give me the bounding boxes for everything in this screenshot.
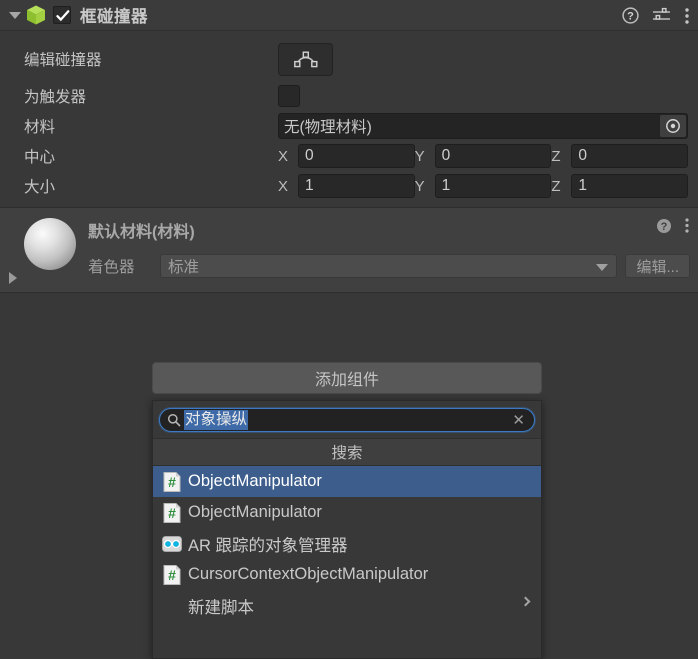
material-foldout-collapsed-icon[interactable] [9,272,17,284]
chevron-down-icon [596,264,609,271]
axis-label-y: Y [414,177,425,195]
size-y-input[interactable]: 1 [434,174,552,198]
axis-label-x: X [278,177,289,195]
list-item-label: ObjectManipulator [188,503,322,521]
size-vector3: X 1 Y 1 Z 1 [278,174,698,198]
clear-x-icon[interactable]: ✕ [512,412,525,430]
csharp-script-icon: # [163,564,181,585]
box-collider-cube-icon [27,5,45,25]
shader-label: 着色器 [88,259,135,276]
center-label: 中心 [24,149,56,166]
box-collider-header[interactable]: 框碰撞器 ? [0,0,698,31]
shader-row: 着色器 标准 编辑... [88,254,690,278]
svg-text:#: # [168,567,176,583]
material-object-field[interactable]: 无(物理材料) [278,113,688,139]
axis-label-z: Z [551,177,561,195]
preset-settings-icon[interactable] [652,7,671,24]
axis-label-y: Y [414,147,425,165]
edit-collider-polyline-icon [293,51,317,68]
material-subinspector: 默认材料(材料) ? 着色器 标准 编辑... [0,207,698,293]
shader-dropdown[interactable]: 标准 [160,254,618,278]
add-component-button[interactable]: 添加组件 [152,362,542,394]
results-list: # ObjectManipulator # ObjectManipulator [153,466,541,621]
search-wrapper: 对象操纵 ✕ [153,401,541,438]
row-edit-collider: 编辑碰撞器 [0,37,698,81]
is-trigger-label: 为触发器 [24,89,87,106]
component-search-input[interactable]: 对象操纵 ✕ [159,408,535,432]
row-center: 中心 X 0 Y 0 Z 0 [0,141,698,171]
help-question-icon[interactable]: ? [622,7,639,24]
list-item[interactable]: AR 跟踪的对象管理器 [153,528,541,559]
size-z-cell: Z 1 [551,174,689,198]
material-value: 无(物理材料) [284,119,372,136]
list-item-label: ObjectManipulator [188,472,322,490]
svg-text:?: ? [627,11,634,23]
svg-text:#: # [168,505,176,521]
add-component-area: 添加组件 [152,362,542,394]
list-item[interactable]: # ObjectManipulator [153,466,541,497]
edit-collider-label: 编辑碰撞器 [24,52,102,69]
search-magnifier-icon [167,413,181,427]
header-actions: ? [622,0,690,31]
center-y-input[interactable]: 0 [434,144,552,168]
row-material: 材料 无(物理材料) [0,111,698,141]
center-z-cell: Z 0 [551,144,689,168]
help-question-icon[interactable]: ? [656,218,672,234]
checkmark-icon [56,10,70,22]
axis-label-x: X [278,147,289,165]
center-vector3: X 0 Y 0 Z 0 [278,144,698,168]
material-asset-title: 默认材料(材料) [88,224,195,241]
more-vertical-menu-icon[interactable] [684,7,690,25]
foldout-expanded-icon[interactable] [9,11,21,19]
list-item-label: AR 跟踪的对象管理器 [188,536,348,555]
csharp-script-icon: # [163,471,181,492]
center-x-cell: X 0 [278,144,415,168]
size-x-cell: X 1 [278,174,415,198]
row-is-trigger: 为触发器 [0,81,698,111]
list-item[interactable]: # ObjectManipulator [153,497,541,528]
edit-collider-button[interactable] [278,42,333,76]
component-title: 框碰撞器 [80,8,148,26]
center-x-input[interactable]: 0 [298,144,415,168]
results-header: 搜索 [153,438,541,466]
size-z-input[interactable]: 1 [571,174,689,198]
csharp-script-icon: # [163,502,181,523]
search-input-value: 对象操纵 [184,410,249,430]
object-picker-target-icon[interactable] [660,115,686,137]
list-item[interactable]: # CursorContextObjectManipulator [153,559,541,590]
list-item-label: CursorContextObjectManipulator [188,565,429,583]
center-y-cell: Y 0 [415,144,552,168]
material-header-actions: ? [656,217,690,234]
component-enabled-checkbox[interactable] [53,6,71,24]
list-item[interactable]: 新建脚本 [153,590,541,621]
box-collider-properties: 编辑碰撞器 为触发器 材料 无(物理材料) 中心 X 0 Y 0 Z 0 大小 … [0,31,698,201]
unity-inspector-panel: 框碰撞器 ? 编辑碰撞器 为触发器 材料 无(物理材料) 中心 X 0 Y 0 … [0,0,698,659]
shader-edit-button[interactable]: 编辑... [625,254,690,278]
material-sphere-preview [24,218,76,270]
list-item-label: 新建脚本 [188,598,254,617]
shader-value: 标准 [168,259,200,276]
size-label: 大小 [24,179,56,196]
is-trigger-checkbox[interactable] [278,85,300,107]
size-x-input[interactable]: 1 [298,174,415,198]
add-component-dropdown: 对象操纵 ✕ 搜索 # ObjectManipulator # ObjectMa… [152,400,542,659]
ar-tracked-object-icon [162,535,182,552]
size-y-cell: Y 1 [415,174,552,198]
svg-text:?: ? [661,221,668,233]
chevron-right-icon [520,596,531,607]
axis-label-z: Z [551,147,561,165]
svg-text:#: # [168,474,176,490]
row-size: 大小 X 1 Y 1 Z 1 [0,171,698,201]
more-vertical-menu-icon[interactable] [684,217,690,234]
material-label: 材料 [24,119,56,136]
center-z-input[interactable]: 0 [571,144,689,168]
